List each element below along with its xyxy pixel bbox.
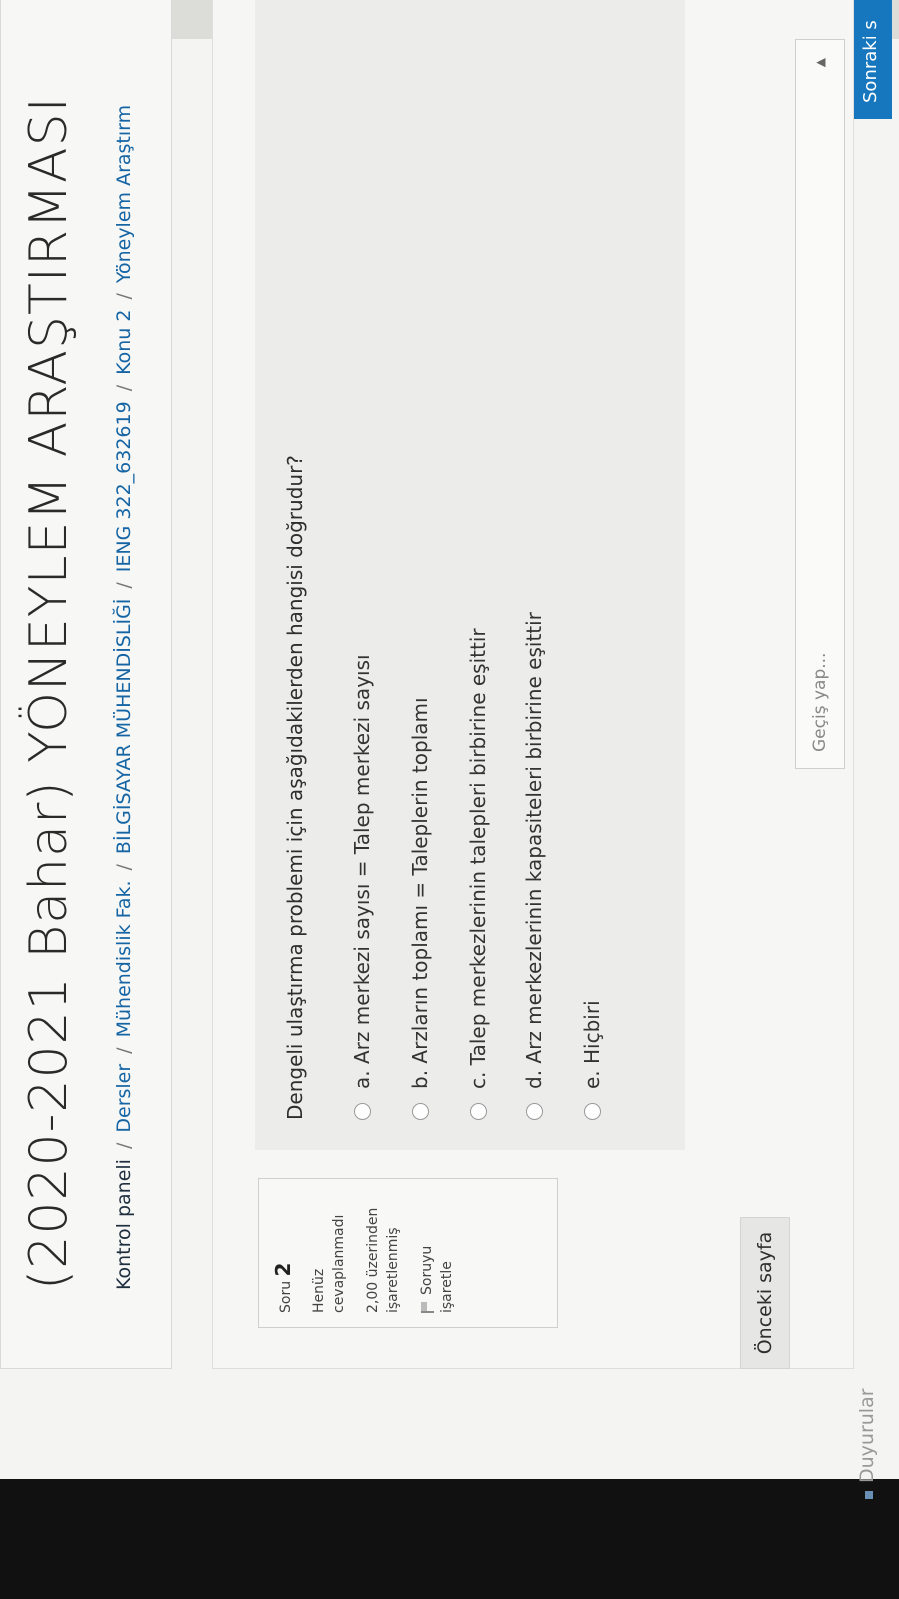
breadcrumb-item-dersler[interactable]: Dersler (113, 1064, 135, 1133)
question-number-value: 2 (271, 1262, 295, 1277)
jump-to-placeholder: Geçiş yap... (810, 652, 830, 752)
option-label: b. Arzların toplamı = Taleplerin toplamı (408, 697, 432, 1089)
announcements-label: Duyurular (856, 1388, 878, 1483)
page-header: (2020-2021 Bahar) YÖNEYLEM ARAŞTIRMASI K… (0, 0, 172, 1369)
page-title: (2020-2021 Bahar) YÖNEYLEM ARAŞTIRMASI (19, 96, 79, 1290)
radio-button[interactable] (411, 1103, 429, 1120)
answer-option-e[interactable]: e. Hiçbiri (577, 1000, 607, 1120)
option-label: e. Hiçbiri (580, 1000, 604, 1089)
radio-button[interactable] (525, 1103, 543, 1120)
answer-option-d[interactable]: d. Arz merkezlerinin kapasiteleri birbir… (519, 612, 549, 1120)
answer-option-a[interactable]: a. Arz merkezi sayısı = Talep merkezi sa… (347, 654, 377, 1120)
quiz-panel: Soru 2 Henüz cevaplanmadı 2,00 üzerinden… (212, 0, 854, 1369)
breadcrumb-item-muhendislik[interactable]: Mühendislik Fak. (113, 880, 135, 1037)
radio-button[interactable] (353, 1103, 371, 1120)
question-info: Soru 2 Henüz cevaplanmadı 2,00 üzerinden… (258, 1178, 558, 1328)
monitor-bezel (0, 1479, 899, 1599)
announcements-link[interactable]: Duyurular (856, 1388, 878, 1499)
radio-button[interactable] (583, 1103, 601, 1120)
answer-option-b[interactable]: b. Arzların toplamı = Taleplerin toplamı (405, 697, 435, 1120)
flag-icon (420, 1299, 434, 1313)
next-page-button[interactable]: Sonraki s (850, 0, 892, 119)
previous-page-button[interactable]: Önceki sayfa (740, 1217, 790, 1369)
question-label: Soru (278, 1280, 294, 1313)
question-text: Dengeli ulaştırma problemi için aşağıdak… (283, 455, 307, 1120)
question-marks: 2,00 üzerinden işaretlenmiş (365, 1207, 401, 1313)
breadcrumb-item-konu[interactable]: Konu 2 (113, 310, 135, 375)
breadcrumb-item-quiz[interactable]: Yöneylem Araştırm (113, 105, 135, 283)
radio-button[interactable] (469, 1103, 487, 1120)
breadcrumb: Kontrol paneli/Dersler/Mühendislik Fak./… (113, 104, 135, 1290)
flag-question-link[interactable]: Soruyu işaretle (417, 1193, 457, 1313)
select-arrows-icon: ▲ (813, 58, 827, 68)
breadcrumb-item-course[interactable]: IENG 322_632619 (113, 401, 135, 572)
option-label: a. Arz merkezi sayısı = Talep merkezi sa… (350, 654, 374, 1089)
question-content: Dengeli ulaştırma problemi için aşağıdak… (255, 0, 685, 1150)
breadcrumb-item-kontrol-paneli[interactable]: Kontrol paneli (113, 1159, 135, 1290)
answer-option-c[interactable]: c. Talep merkezlerinin talepleri birbiri… (463, 628, 493, 1120)
question-status: Henüz cevaplanmadı (311, 1214, 347, 1313)
breadcrumb-item-bilgisayar[interactable]: BİLGİSAYAR MÜHENDİSLİĞİ (113, 599, 135, 854)
question-number: Soru 2 (271, 1193, 295, 1313)
jump-to-select[interactable]: Geçiş yap... ▲ (795, 39, 845, 769)
option-label: c. Talep merkezlerinin talepleri birbiri… (466, 628, 490, 1089)
option-label: d. Arz merkezlerinin kapasiteleri birbir… (522, 612, 546, 1089)
screen: (2020-2021 Bahar) YÖNEYLEM ARAŞTIRMASI K… (0, 0, 899, 1599)
announcement-icon (865, 1491, 873, 1499)
